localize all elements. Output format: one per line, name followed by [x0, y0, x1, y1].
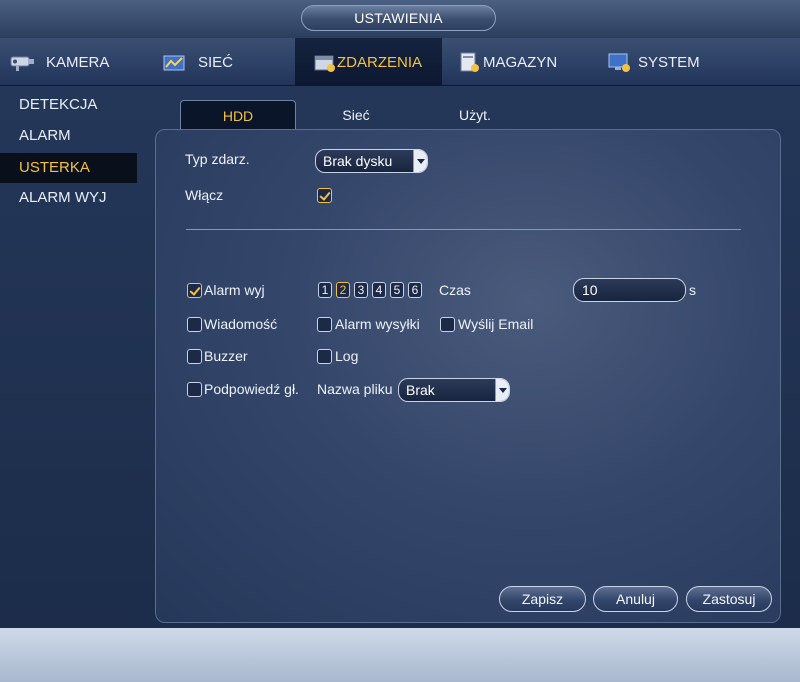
tab-label: SYSTEM [638, 53, 700, 71]
settings-panel [155, 129, 781, 623]
buzzer-checkbox[interactable] [187, 349, 202, 364]
filename-select[interactable]: Brak [398, 378, 510, 402]
tab-siec-sub[interactable]: Sieć [306, 100, 406, 130]
events-icon [313, 50, 337, 74]
network-icon [160, 50, 190, 74]
tab-uzyt[interactable]: Użyt. [425, 100, 525, 130]
alarm-upload-checkbox[interactable] [317, 317, 332, 332]
top-navigation: KAMERA SIEĆ ZDARZENIA MAGAZYN SYSTEM [0, 38, 800, 86]
tab-magazyn[interactable]: MAGAZYN [457, 38, 587, 86]
alarm-channel-1[interactable]: 1 [318, 282, 332, 298]
tab-siec[interactable]: SIEĆ [160, 38, 290, 86]
sidebar: DETEKCJA ALARM USTERKA ALARM WYJ [0, 87, 150, 627]
alarm-out-label: Alarm wyj [204, 282, 265, 298]
event-type-value: Brak dysku [323, 153, 393, 169]
log-checkbox[interactable] [317, 349, 332, 364]
system-icon [606, 50, 632, 74]
sidebar-item-usterka[interactable]: USTERKA [0, 153, 137, 183]
apply-button[interactable]: Zastosuj [686, 586, 772, 612]
alarm-channel-3[interactable]: 3 [354, 282, 368, 298]
chevron-down-icon [495, 379, 509, 401]
message-label: Wiadomość [204, 316, 278, 332]
log-label: Log [335, 348, 359, 364]
tab-hdd[interactable]: HDD [180, 100, 296, 130]
filename-value: Brak [406, 382, 435, 398]
event-type-select[interactable]: Brak dysku [315, 149, 428, 173]
voice-prompt-label: Podpowiedź gł. [204, 381, 299, 397]
send-email-checkbox[interactable] [440, 317, 455, 332]
save-button[interactable]: Zapisz [499, 586, 586, 612]
alarm-channel-2[interactable]: 2 [336, 282, 350, 298]
alarm-channel-5[interactable]: 5 [390, 282, 404, 298]
tab-zdarzenia[interactable]: ZDARZENIA [295, 38, 442, 86]
divider [186, 229, 741, 230]
time-label: Czas [439, 282, 471, 298]
sidebar-item-detekcja[interactable]: DETEKCJA [0, 90, 137, 120]
time-input[interactable]: 10 [573, 278, 686, 302]
alarm-out-checkbox[interactable] [187, 283, 202, 298]
storage-icon [457, 50, 481, 74]
chevron-down-icon [413, 150, 427, 172]
settings-window: USTAWIENIA KAMERA SIEĆ ZDARZENIA MAGAZYN… [0, 0, 800, 682]
tab-system[interactable]: SYSTEM [606, 38, 746, 86]
cancel-button[interactable]: Anuluj [593, 586, 678, 612]
sidebar-item-alarm[interactable]: ALARM [0, 121, 137, 151]
camera-icon [8, 50, 38, 74]
sidebar-item-alarm-wyj[interactable]: ALARM WYJ [0, 183, 137, 213]
alarm-upload-label: Alarm wysyłki [335, 316, 420, 332]
voice-prompt-checkbox[interactable] [187, 382, 202, 397]
send-email-label: Wyślij Email [458, 316, 534, 332]
event-type-label: Typ zdarz. [185, 151, 250, 167]
bottom-bar [0, 628, 800, 682]
message-checkbox[interactable] [187, 317, 202, 332]
alarm-channel-4[interactable]: 4 [372, 282, 386, 298]
alarm-channel-6[interactable]: 6 [408, 282, 422, 298]
enable-checkbox[interactable] [317, 188, 332, 203]
window-title: USTAWIENIA [301, 5, 496, 31]
enable-label: Włącz [185, 187, 224, 203]
buzzer-label: Buzzer [204, 348, 248, 364]
tab-kamera[interactable]: KAMERA [8, 38, 148, 86]
filename-label: Nazwa pliku [317, 381, 393, 397]
tab-label: SIEĆ [198, 53, 234, 71]
tab-label: ZDARZENIA [337, 53, 423, 71]
tab-label: KAMERA [46, 53, 110, 71]
title-bar: USTAWIENIA [0, 0, 800, 38]
time-unit: s [689, 282, 696, 298]
tab-label: MAGAZYN [483, 53, 558, 71]
